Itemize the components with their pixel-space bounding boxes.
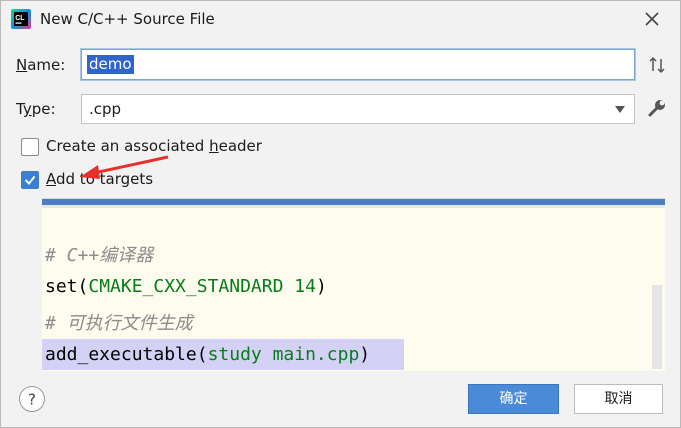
title-bar: CL New C/C++ Source File — [1, 1, 680, 39]
code-line-3: # 可执行文件生成 — [45, 313, 193, 334]
type-label-rest: pe: — [31, 100, 56, 118]
code-line-2-arg: CMAKE_CXX_STANDARD 14 — [88, 276, 316, 297]
preview-scrollbar[interactable] — [652, 285, 662, 369]
code-line-2-fn: set( — [45, 276, 89, 297]
close-icon[interactable] — [641, 8, 663, 30]
targets-label-mnemonic: A — [46, 170, 56, 188]
code-line-2-end: ) — [315, 276, 327, 297]
code-line-4-end: ) — [359, 344, 371, 365]
type-label: Type: — [16, 100, 56, 118]
sort-icon[interactable] — [646, 54, 668, 76]
checkmark-icon — [24, 175, 36, 186]
add-to-targets-checkbox[interactable] — [21, 171, 39, 189]
associated-header-checkbox[interactable] — [21, 138, 39, 156]
dialog-title: New C/C++ Source File — [40, 10, 215, 28]
type-label-pre: T — [16, 100, 23, 118]
new-source-file-dialog: CL New C/C++ Source File Name: demo Type… — [0, 0, 681, 428]
wrench-icon[interactable] — [646, 97, 668, 119]
header-label-mnemonic: h — [209, 137, 219, 155]
code-line-2: set(CMAKE_CXX_STANDARD 14) — [45, 276, 327, 297]
code-line-4-fn: add_executable( — [45, 344, 208, 365]
type-dropdown-value: .cpp — [89, 100, 122, 118]
annotation-arrow-icon — [80, 155, 169, 179]
code-line-4: add_executable(study main.cpp) — [45, 344, 370, 365]
ok-button[interactable]: 确定 — [468, 384, 559, 414]
preview-header-divider — [42, 205, 665, 208]
name-input[interactable]: demo — [81, 49, 635, 80]
cancel-button[interactable]: 取消 — [574, 384, 663, 414]
type-label-mnemonic: y — [22, 100, 32, 118]
name-label-text: ame: — [27, 56, 66, 74]
help-icon[interactable]: ? — [18, 385, 46, 413]
name-input-value: demo — [87, 55, 134, 74]
name-label: Name: — [16, 56, 65, 74]
type-dropdown[interactable]: .cpp — [81, 94, 635, 124]
help-icon-glyph: ? — [28, 391, 36, 409]
app-icon-label: CL — [15, 15, 25, 22]
clion-app-icon: CL — [11, 9, 31, 29]
cmake-preview: # C++编译器 set(CMAKE_CXX_STANDARD 14) # 可执… — [42, 198, 665, 371]
code-line-1: # C++编译器 — [45, 245, 154, 266]
header-label-rest: eader — [218, 137, 262, 155]
name-label-mnemonic: N — [16, 56, 28, 74]
chevron-down-icon — [615, 106, 625, 113]
code-line-4-arg: study main.cpp — [207, 344, 360, 365]
